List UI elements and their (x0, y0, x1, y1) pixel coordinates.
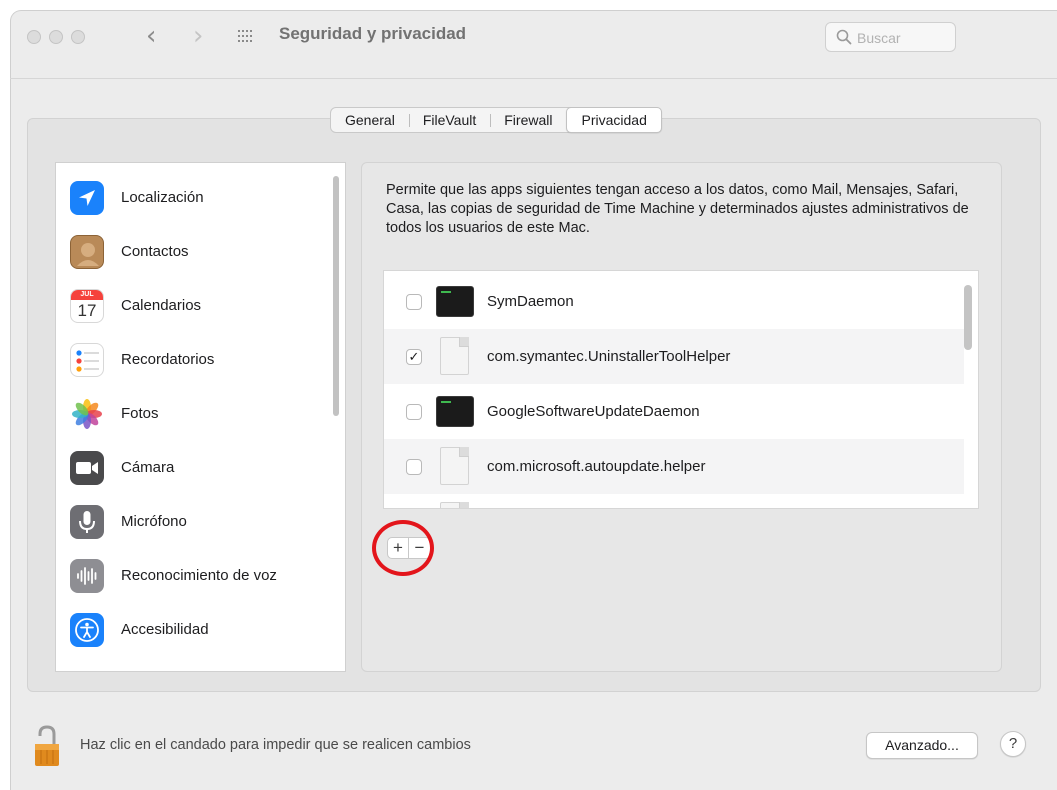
sidebar-item-calendarios[interactable]: JUL 17 Calendarios (56, 281, 332, 335)
sidebar-item-label: Reconocimiento de voz (121, 567, 277, 584)
sidebar-item-label: Micrófono (121, 513, 187, 530)
sidebar-item-recordatorios[interactable]: Recordatorios (56, 335, 332, 389)
show-all-grid-icon[interactable] (238, 30, 254, 44)
sidebar-item-label: Recordatorios (121, 351, 215, 368)
contacts-icon (70, 235, 104, 269)
sidebar-item-label: Contactos (121, 243, 189, 260)
document-icon (440, 502, 469, 508)
privacy-description: Permite que las apps siguientes tengan a… (386, 182, 969, 236)
app-row[interactable] (384, 494, 964, 508)
sidebar-item-label: Cámara (121, 459, 175, 476)
calendar-day-text: 17 (77, 301, 97, 320)
advanced-button[interactable]: Avanzado... (866, 732, 978, 759)
sidebar-item-fotos[interactable]: Fotos (56, 389, 332, 443)
terminal-icon (436, 396, 474, 427)
speech-recognition-icon (70, 559, 104, 593)
reminders-icon (70, 343, 104, 377)
accessibility-icon (70, 613, 104, 647)
forward-arrow-icon[interactable]: › (193, 22, 203, 50)
window-title: Seguridad y privacidad (279, 24, 467, 43)
app-checkbox[interactable] (406, 294, 422, 310)
camera-icon (70, 451, 104, 485)
sidebar-item-accesibilidad[interactable]: Accesibilidad (56, 605, 332, 659)
toolbar-divider (10, 78, 1057, 79)
sidebar-item-localizacion[interactable]: Localización (56, 173, 332, 227)
app-row[interactable]: SymDaemon (384, 274, 964, 329)
tab-general[interactable]: General (331, 108, 409, 132)
tab-firewall[interactable]: Firewall (490, 108, 566, 132)
privacy-category-list[interactable]: Localización Contactos JUL 17 Calendario… (55, 162, 346, 672)
sidebar-scrollbar[interactable] (333, 176, 339, 416)
search-placeholder: Buscar (857, 30, 901, 46)
app-row[interactable]: GoogleSoftwareUpdateDaemon (384, 384, 964, 439)
sidebar-item-contactos[interactable]: Contactos (56, 227, 332, 281)
tab-filevault[interactable]: FileVault (408, 108, 490, 132)
app-name: SymDaemon (487, 293, 574, 310)
tab-bar: General FileVault Firewall Privacidad (330, 107, 662, 133)
sidebar-item-label: Accesibilidad (121, 621, 209, 638)
app-checkbox[interactable] (406, 404, 422, 420)
sidebar-item-label: Fotos (121, 405, 159, 422)
microphone-icon (70, 505, 104, 539)
help-button[interactable]: ? (1000, 731, 1026, 757)
sidebar-item-label: Localización (121, 189, 204, 206)
terminal-icon (436, 286, 474, 317)
document-icon (440, 337, 469, 375)
app-row[interactable]: ✓ com.symantec.UninstallerToolHelper (384, 329, 964, 384)
app-list-scrollbar[interactable] (964, 285, 972, 350)
tab-privacidad[interactable]: Privacidad (566, 107, 662, 133)
location-arrow-icon (70, 181, 104, 215)
lock-status-text: Haz clic en el candado para impedir que … (80, 737, 471, 753)
sidebar-item-camara[interactable]: Cámara (56, 443, 332, 497)
minimize-window-button[interactable] (49, 30, 63, 44)
calendar-month-text: JUL (71, 290, 103, 300)
sidebar-item-microfono[interactable]: Micrófono (56, 497, 332, 551)
calendar-icon: JUL 17 (70, 289, 104, 323)
search-field[interactable]: Buscar (825, 22, 956, 52)
lock-open-icon[interactable] (32, 724, 66, 773)
app-list[interactable]: SymDaemon ✓ com.symantec.UninstallerTool… (383, 270, 979, 509)
app-row[interactable]: com.microsoft.autoupdate.helper (384, 439, 964, 494)
close-window-button[interactable] (27, 30, 41, 44)
search-icon (836, 29, 852, 45)
app-name: com.microsoft.autoupdate.helper (487, 458, 706, 475)
app-name: com.symantec.UninstallerToolHelper (487, 348, 731, 365)
zoom-window-button[interactable] (71, 30, 85, 44)
app-checkbox[interactable] (406, 459, 422, 475)
photos-icon (70, 397, 104, 431)
back-arrow-icon[interactable]: ‹ (146, 22, 156, 50)
app-name: GoogleSoftwareUpdateDaemon (487, 403, 700, 420)
app-checkbox-checked[interactable]: ✓ (406, 349, 422, 365)
annotation-red-circle (372, 520, 434, 576)
document-icon (440, 447, 469, 485)
sidebar-item-label: Calendarios (121, 297, 202, 314)
sidebar-item-reconocimiento-de-voz[interactable]: Reconocimiento de voz (56, 551, 332, 605)
